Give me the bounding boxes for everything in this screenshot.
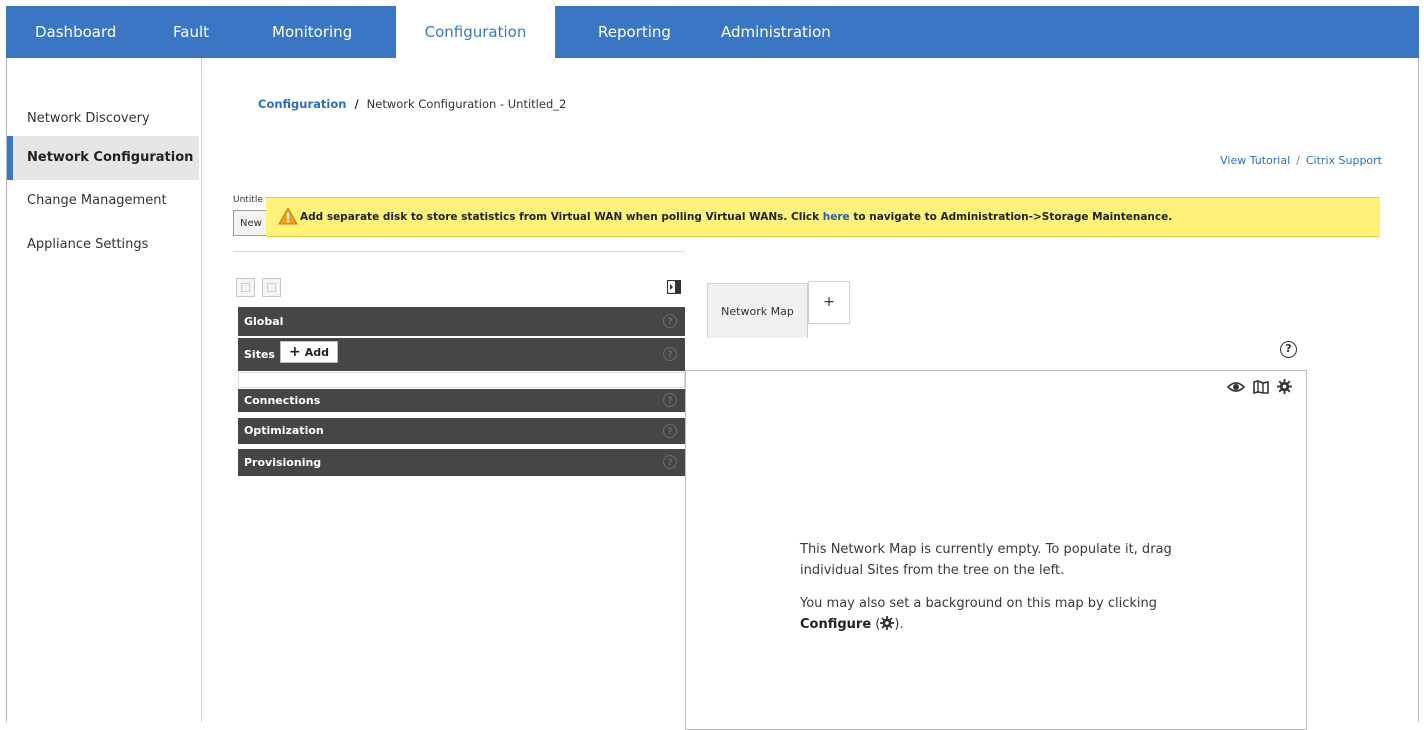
optimization-help-icon[interactable]: ?	[663, 424, 677, 438]
configure-gear-icon	[880, 616, 895, 630]
tab-network-map[interactable]: Network Map	[707, 283, 808, 338]
sidebar-item-change-management[interactable]: Change Management	[7, 179, 199, 223]
tab-dashboard[interactable]: Dashboard	[35, 6, 116, 58]
banner-message: Add separate disk to store statistics fr…	[300, 198, 1172, 236]
configure-label: Configure	[800, 617, 872, 632]
section-provisioning[interactable]: Provisioning ?	[238, 449, 685, 476]
configure-paren-close: ).	[894, 617, 904, 632]
warning-banner: Add separate disk to store statistics fr…	[266, 197, 1380, 237]
empty-map-message: This Network Map is currently empty. To …	[800, 539, 1220, 647]
empty-map-line-1: This Network Map is currently empty. To …	[800, 542, 1172, 578]
gear-icon[interactable]	[1277, 379, 1292, 394]
help-links-separator: /	[1296, 154, 1300, 167]
tab-configuration[interactable]: Configuration	[396, 6, 555, 58]
section-provisioning-label: Provisioning	[244, 456, 322, 469]
global-help-icon[interactable]: ?	[663, 314, 677, 328]
sidebar-divider	[201, 58, 202, 722]
sites-list	[238, 372, 685, 388]
sidebar-item-network-configuration[interactable]: Network Configuration	[7, 136, 199, 180]
top-navigation: Dashboard Fault Monitoring Configuration…	[6, 6, 1419, 58]
sidebar-item-appliance-settings[interactable]: Appliance Settings	[7, 223, 199, 267]
sidebar-item-network-discovery[interactable]: Network Discovery	[7, 97, 199, 141]
view-tutorial-link[interactable]: View Tutorial	[1220, 154, 1290, 167]
section-sites[interactable]: Sites + Add ?	[238, 338, 685, 371]
section-optimization[interactable]: Optimization ?	[238, 418, 685, 444]
connections-help-icon[interactable]: ?	[663, 393, 677, 407]
divider-line	[233, 251, 685, 252]
banner-text-before: Add separate disk to store statistics fr…	[300, 211, 823, 223]
map-icon[interactable]	[1253, 380, 1269, 395]
section-global-label: Global	[244, 315, 284, 328]
config-name-label: Untitle	[233, 195, 263, 205]
provisioning-help-icon[interactable]: ?	[663, 455, 677, 469]
eye-icon[interactable]	[1226, 380, 1245, 394]
section-connections[interactable]: Connections ?	[238, 389, 685, 412]
tab-fault[interactable]: Fault	[173, 6, 209, 58]
panel-toggle-icon[interactable]	[667, 280, 681, 294]
collapse-all-icon[interactable]	[262, 278, 281, 297]
add-map-tab-button[interactable]: +	[808, 281, 850, 324]
add-site-label: Add	[304, 346, 329, 359]
sites-help-icon[interactable]: ?	[663, 347, 677, 361]
section-connections-label: Connections	[244, 394, 321, 407]
map-toolbar	[1224, 379, 1292, 398]
breadcrumb-current: Network Configuration - Untitled_2	[366, 97, 567, 111]
banner-text-after: to navigate to Administration->Storage M…	[849, 211, 1173, 223]
expand-all-icon[interactable]	[236, 278, 255, 297]
frame-border-right	[1418, 58, 1419, 722]
breadcrumb-configuration-link[interactable]: Configuration	[258, 97, 346, 111]
tab-administration[interactable]: Administration	[721, 6, 831, 58]
tab-monitoring[interactable]: Monitoring	[272, 6, 352, 58]
citrix-support-link[interactable]: Citrix Support	[1306, 154, 1382, 167]
section-global[interactable]: Global ?	[238, 307, 685, 336]
section-optimization-label: Optimization	[244, 424, 324, 437]
banner-here-link[interactable]: here	[823, 211, 850, 223]
help-links: View Tutorial / Citrix Support	[1220, 154, 1382, 167]
breadcrumb: Configuration / Network Configuration - Un…	[258, 97, 566, 111]
breadcrumb-separator: /	[354, 97, 359, 111]
add-site-button[interactable]: + Add	[280, 341, 338, 363]
plus-icon: +	[289, 344, 301, 360]
tab-reporting[interactable]: Reporting	[598, 6, 671, 58]
empty-map-line-2: You may also set a background on this ma…	[800, 593, 1220, 635]
warning-icon	[278, 207, 298, 225]
configure-paren-open: (	[871, 617, 881, 632]
empty-map-line-2-text: You may also set a background on this ma…	[800, 596, 1157, 611]
map-help-icon[interactable]: ?	[1280, 341, 1297, 358]
network-map-canvas[interactable]: This Network Map is currently empty. To …	[685, 370, 1307, 730]
section-sites-label: Sites	[244, 348, 275, 361]
